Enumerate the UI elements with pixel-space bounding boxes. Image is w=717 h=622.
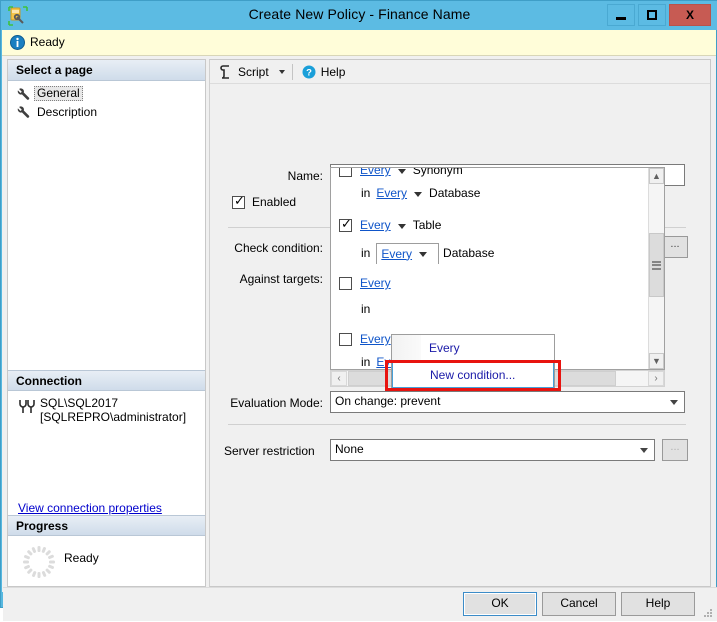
target-in-word: in: [361, 246, 371, 260]
check-icon: ✓: [341, 215, 352, 231]
target-in-word: in: [361, 186, 371, 200]
target-condition-link[interactable]: Every: [360, 332, 391, 346]
minimize-button[interactable]: [607, 4, 635, 26]
target-row[interactable]: in: [361, 298, 376, 320]
enabled-label: Enabled: [252, 195, 297, 209]
target-condition-link[interactable]: Every: [360, 276, 391, 290]
scroll-down-icon[interactable]: ▼: [649, 353, 664, 369]
server-restriction-select[interactable]: None: [330, 439, 655, 461]
view-connection-properties-link[interactable]: View connection properties: [18, 501, 162, 515]
target-condition-link[interactable]: Every: [381, 247, 412, 261]
connection-header: Connection: [8, 370, 205, 391]
resize-grip-icon[interactable]: [701, 607, 713, 619]
help-button-bottom[interactable]: Help: [621, 592, 695, 616]
evaluation-mode-label: Evaluation Mode:: [230, 396, 323, 410]
target-checkbox[interactable]: ✓: [339, 215, 352, 232]
scroll-up-icon[interactable]: ▲: [649, 168, 664, 184]
svg-text:?: ?: [306, 67, 312, 78]
sidebar-item-description[interactable]: Description: [16, 103, 100, 120]
target-object-type: Database: [443, 246, 495, 260]
target-condition-link[interactable]: Every: [360, 168, 391, 177]
ok-button[interactable]: OK: [463, 592, 537, 616]
progress-text: Ready: [64, 551, 99, 565]
connection-server: SQL\SQL2017: [40, 396, 119, 410]
target-object-type: Database: [429, 186, 481, 200]
target-checkbox[interactable]: [339, 276, 352, 290]
evaluation-mode-select[interactable]: On change: prevent: [330, 391, 685, 413]
sidebar-item-label: Description: [37, 104, 98, 119]
check-icon: ✓: [234, 193, 245, 208]
sidebar-panel: Select a page General Description Connec…: [7, 59, 206, 587]
maximize-button[interactable]: [638, 4, 666, 26]
chevron-down-icon[interactable]: [419, 252, 428, 257]
target-row[interactable]: in Every Database: [361, 242, 494, 264]
script-button[interactable]: Script: [215, 62, 273, 82]
help-label: Help: [320, 64, 346, 79]
target-object-type: Synonym: [412, 167, 463, 177]
enabled-checkbox[interactable]: ✓: [232, 193, 245, 209]
status-strip: Ready: [2, 30, 716, 56]
toolbar-separator: [291, 63, 293, 80]
target-checkbox[interactable]: [339, 168, 352, 177]
target-checkbox[interactable]: [339, 332, 352, 346]
target-row[interactable]: Every: [339, 272, 391, 294]
annotation-highlight-rectangle: [385, 360, 561, 391]
script-label: Script: [238, 64, 269, 79]
cancel-button[interactable]: Cancel: [542, 592, 616, 616]
info-icon: [10, 35, 25, 50]
server-restriction-value: None: [335, 442, 364, 456]
against-targets-label: Against targets:: [239, 272, 323, 286]
chevron-down-icon: [670, 400, 678, 405]
spinner-icon: [22, 545, 56, 579]
sidebar-item-label: General: [34, 86, 83, 101]
target-condition-link[interactable]: Every: [376, 186, 407, 200]
grip-icon: [652, 259, 661, 271]
close-button[interactable]: X: [669, 4, 711, 26]
select-a-page-header: Select a page: [8, 60, 205, 81]
scroll-left-icon[interactable]: ‹: [331, 371, 347, 386]
target-in-word: in: [361, 302, 371, 316]
divider-bottom: [228, 424, 686, 425]
connection-user: [SQLREPRO\administrator]: [40, 410, 187, 424]
target-condition-link[interactable]: Every: [360, 218, 391, 232]
server-restriction-browse-button[interactable]: ...: [662, 439, 688, 461]
server-connection-icon: [18, 399, 36, 415]
status-text: Ready: [30, 35, 65, 49]
target-row[interactable]: ✓ Every Table: [339, 214, 441, 236]
main-panel: Script ? Help Name: ✓ Enabled Check cond…: [209, 59, 711, 587]
name-label: Name:: [287, 169, 323, 183]
progress-header: Progress: [8, 515, 205, 536]
server-restriction-label: Server restriction: [224, 444, 315, 458]
wrench-icon: [16, 87, 30, 101]
wrench-icon: [16, 105, 30, 119]
chevron-down-icon[interactable]: [278, 69, 285, 74]
sidebar-item-general[interactable]: General: [16, 85, 83, 102]
target-row[interactable]: in Every Database: [361, 182, 480, 204]
dialog-client-area: Ready Select a page General Description …: [2, 30, 717, 621]
toolbar: Script ? Help: [210, 60, 710, 84]
help-button[interactable]: ? Help: [298, 62, 350, 82]
dialog-button-bar: OK Cancel Help: [3, 587, 717, 621]
targets-vertical-scrollbar[interactable]: ▲ ▼: [648, 168, 664, 369]
scroll-thumb[interactable]: [649, 233, 664, 297]
chevron-down-icon[interactable]: [397, 168, 406, 174]
help-icon: ?: [302, 65, 316, 79]
target-object-type: Table: [412, 218, 442, 232]
title-bar: Create New Policy - Finance Name X: [1, 1, 717, 30]
target-row[interactable]: Every Synonym: [339, 167, 463, 181]
chevron-down-icon: [640, 448, 648, 453]
dialog-window: Create New Policy - Finance Name X Ready…: [0, 0, 717, 621]
script-icon: [219, 64, 233, 79]
check-condition-browse-button[interactable]: ...: [662, 236, 688, 258]
evaluation-mode-value: On change: prevent: [335, 394, 441, 408]
dropdown-item-every[interactable]: Every: [392, 335, 554, 361]
target-condition-combo[interactable]: Every: [376, 242, 440, 264]
check-condition-label: Check condition:: [234, 241, 323, 255]
chevron-down-icon[interactable]: [397, 223, 406, 229]
target-in-word: in: [361, 355, 371, 369]
scroll-right-icon[interactable]: ›: [648, 371, 664, 386]
chevron-down-icon[interactable]: [414, 191, 423, 197]
